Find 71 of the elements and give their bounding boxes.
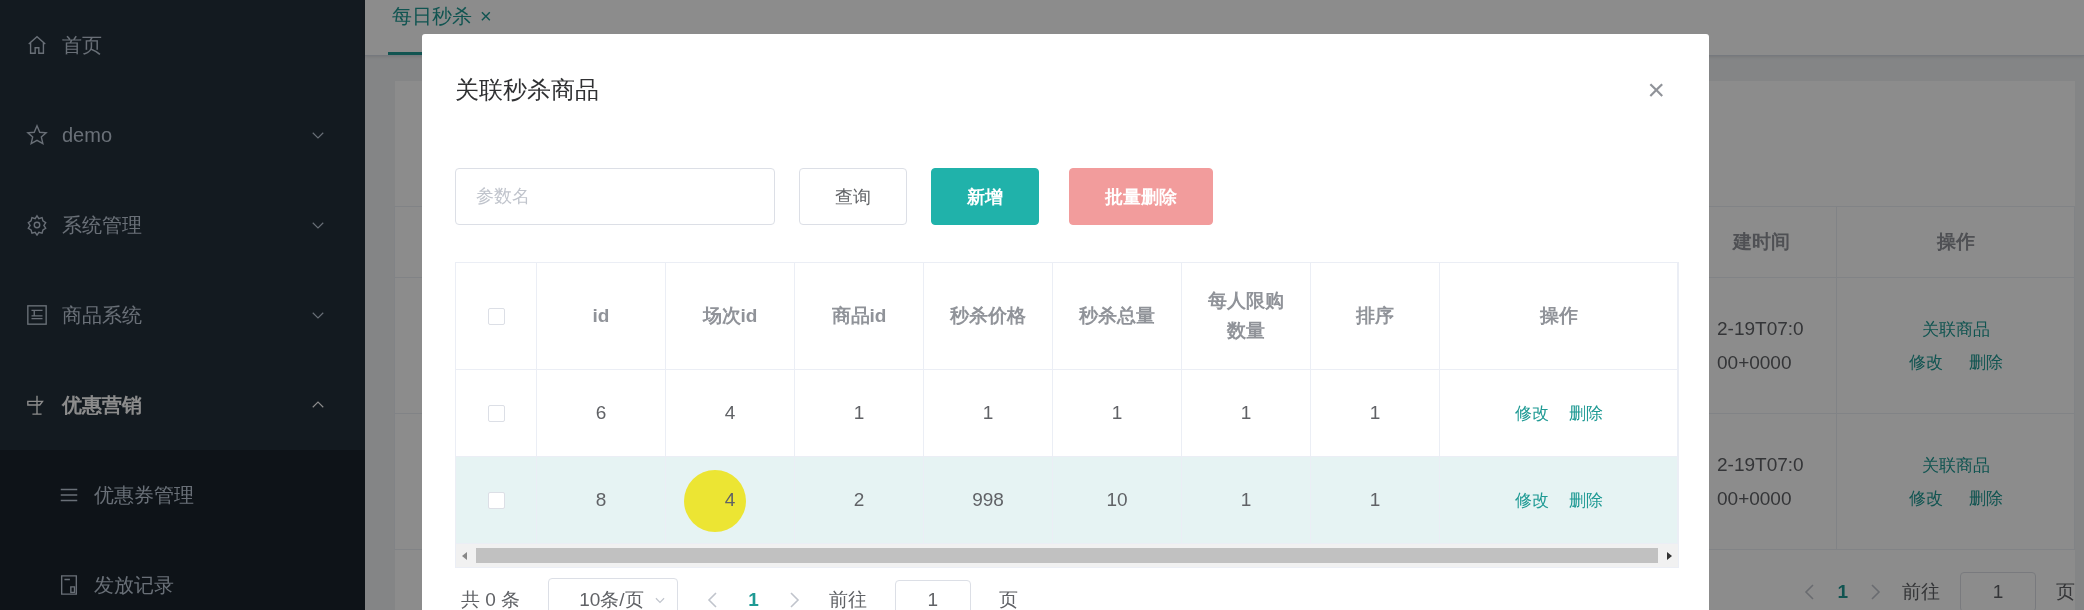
jump-label: 前往 [1902, 580, 1940, 604]
checkbox[interactable] [487, 491, 505, 509]
page-number[interactable]: 1 [748, 589, 759, 610]
dialog-title: 关联秒杀商品 [455, 75, 599, 105]
chevron-right-icon[interactable] [1868, 583, 1882, 601]
table-cell-text: 2-19T07:0 [1717, 453, 1804, 476]
table-cell: 2 [853, 489, 865, 511]
table-cell: 998 [972, 489, 1004, 511]
column-header: 操作 [1837, 207, 2075, 278]
link[interactable]: 修改 [1908, 350, 1943, 374]
page-input[interactable]: 1 [894, 580, 971, 610]
column-header: 操作 [1539, 303, 1578, 328]
table-cell: 8 [595, 489, 607, 511]
link[interactable]: 修改 [1908, 486, 1943, 510]
jump-label: 前往 [828, 588, 867, 610]
sidebar-item[interactable]: demo [0, 90, 365, 180]
page-unit: 页 [998, 588, 1018, 610]
document-icon [58, 574, 80, 596]
total-count: 共 0 条 [461, 588, 521, 610]
horizontal-scrollbar[interactable] [456, 544, 1678, 568]
link[interactable]: 删除 [1568, 401, 1603, 425]
search-field[interactable]: 参数名 [455, 168, 775, 225]
link[interactable]: 关联商品 [1921, 317, 1990, 341]
picture-frame-icon [26, 304, 48, 326]
home-icon [26, 34, 48, 56]
page-number[interactable]: 1 [1837, 581, 1848, 603]
link[interactable]: 修改 [1514, 401, 1549, 425]
table-row[interactable]: 8 4 2 998 10 1 1 修改 删除 [456, 457, 1678, 544]
link[interactable]: 删除 [1568, 488, 1603, 512]
table-cell: 10 [1106, 489, 1128, 511]
link[interactable]: 删除 [1968, 486, 2003, 510]
scroll-right-icon[interactable] [1664, 550, 1674, 561]
column-header: id [592, 303, 610, 328]
table-cell: 4 [724, 402, 736, 424]
close-button[interactable]: × [1647, 73, 1677, 107]
table-cell: 1 [982, 402, 994, 424]
column-header: 排序 [1356, 303, 1394, 328]
table-cell: 1 [1369, 489, 1381, 511]
column-header: 场次id [702, 303, 758, 328]
table-cell: 1 [1240, 489, 1252, 511]
table-cell: 6 [595, 402, 607, 424]
column-header: 每人限购数量 [1207, 288, 1285, 343]
sidebar-item[interactable]: 系统管理 [0, 180, 365, 270]
table-row[interactable]: 6 4 1 1 1 1 1 修改 删除 [456, 370, 1678, 457]
link[interactable]: 删除 [1968, 350, 2003, 374]
page-size-select[interactable]: 10条/页 [548, 578, 679, 610]
page-input[interactable]: 1 [1960, 572, 2036, 610]
table-cell-text: 00+0000 [1717, 487, 1792, 510]
link[interactable]: 修改 [1514, 488, 1549, 512]
column-header: 商品id [831, 303, 887, 328]
table-cell: 4 [724, 489, 736, 511]
table-cell: 1 [1369, 402, 1381, 424]
scroll-left-icon[interactable] [460, 550, 470, 561]
checkbox[interactable] [487, 404, 505, 422]
table-cell-text: 00+0000 [1717, 351, 1792, 374]
settings-icon [26, 214, 48, 236]
toolbar-button[interactable]: 查询 [799, 168, 907, 225]
page-unit: 页 [2056, 580, 2075, 604]
sidebar-item[interactable]: 优惠营销 [0, 360, 365, 450]
table-cell: 1 [1240, 402, 1252, 424]
column-header: 秒杀价格 [950, 303, 1026, 328]
toolbar-button[interactable]: 新增 [931, 168, 1039, 225]
table-cell: 1 [853, 402, 865, 424]
sidebar-item[interactable]: 首页 [0, 0, 365, 90]
checkbox[interactable] [487, 307, 505, 325]
star-icon [26, 124, 48, 146]
table-cell-text: 2-19T07:0 [1717, 317, 1804, 340]
column-header: 秒杀总量 [1079, 303, 1155, 328]
table-cell: 1 [1111, 402, 1123, 424]
link[interactable]: 关联商品 [1921, 453, 1990, 477]
sidebar-item[interactable]: 商品系统 [0, 270, 365, 360]
